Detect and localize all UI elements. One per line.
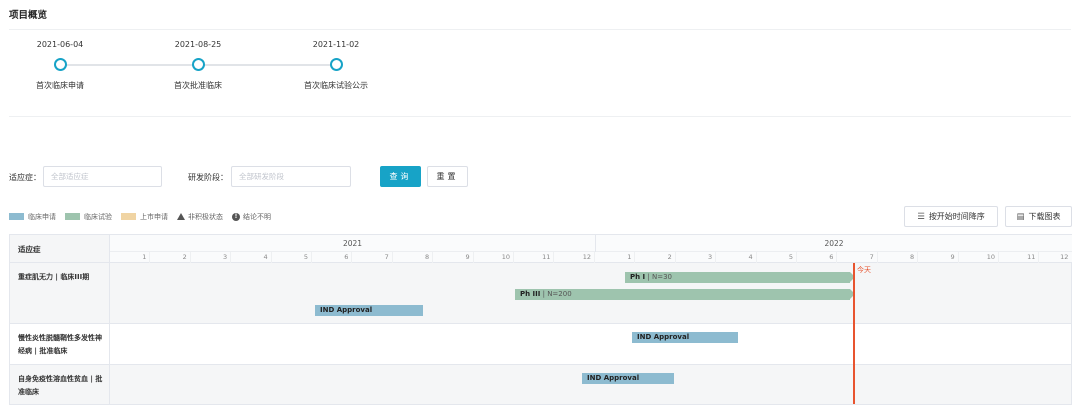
month-tick: 3 xyxy=(676,252,717,263)
month-tick: 2 xyxy=(635,252,676,263)
triangle-icon xyxy=(177,213,185,220)
month-tick: 7 xyxy=(837,252,878,263)
divider xyxy=(9,116,1071,117)
year-header: 2021 xyxy=(110,235,595,252)
milestone-item: 2021-11-02 首次临床试验公示 xyxy=(300,40,372,91)
milestone-item: 2021-06-04 首次临床申请 xyxy=(24,40,96,91)
section-title-overview: 项目概览 xyxy=(9,10,48,21)
indication-filter-label: 适应症： xyxy=(9,173,41,182)
gantt-row: 重症肌无力 | 临床III期 Ph I | N=30 Ph III | N=20… xyxy=(10,263,1071,324)
month-tick: 11 xyxy=(999,252,1040,263)
exclamation-circle-icon: ! xyxy=(232,212,240,221)
stage-filter-label: 研发阶段： xyxy=(188,173,228,182)
legend-item-trial: 临床试验 xyxy=(65,212,112,222)
gantt-row-label: 慢性炎性脱髓鞘性多发性神经病 | 批准临床 xyxy=(10,324,110,364)
application-bar[interactable]: IND Approval xyxy=(315,305,423,316)
month-tick: 1 xyxy=(110,252,151,263)
milestone-date: 2021-06-04 xyxy=(36,40,84,49)
month-tick: 4 xyxy=(716,252,757,263)
milestone-date: 2021-11-02 xyxy=(312,40,360,49)
trial-bar-ph3[interactable]: Ph III | N=200 xyxy=(515,289,855,300)
legend-swatch xyxy=(65,213,80,220)
sort-button-label: 按开始时间降序 xyxy=(928,212,985,221)
bar-detail: N=200 xyxy=(547,290,572,298)
legend-swatch xyxy=(9,213,24,220)
milestone-item: 2021-08-25 首次批准临床 xyxy=(162,40,234,91)
month-tick: 10 xyxy=(959,252,999,263)
month-tick: 6 xyxy=(312,252,353,263)
milestone-date: 2021-08-25 xyxy=(174,40,222,49)
month-tick: 9 xyxy=(918,252,959,263)
download-chart-icon: ▤ xyxy=(1016,211,1025,222)
legend-item-unknown: ! 结论不明 xyxy=(232,212,271,222)
stage-select[interactable]: 全部研发阶段 xyxy=(231,166,351,187)
legend: 临床申请 临床试验 上市申请 非积极状态 ! 结论不明 xyxy=(9,211,280,222)
download-chart-button[interactable]: ▤ 下载图表 xyxy=(1005,206,1072,227)
milestone-label: 首次临床试验公示 xyxy=(304,81,368,90)
milestone-label: 首次临床申请 xyxy=(36,81,84,90)
gantt-row-label: 重症肌无力 | 临床III期 xyxy=(10,263,110,323)
gantt-row: 自身免疫性溶血性贫血 | 批准临床 IND Approval xyxy=(10,365,1071,404)
bar-name: Ph III xyxy=(520,290,541,298)
gantt-row-label: 自身免疫性溶血性贫血 | 批准临床 xyxy=(10,365,110,404)
month-tick: 1 xyxy=(595,252,636,263)
month-header: 1 2 3 4 5 6 7 8 9 10 11 12 1 2 3 4 5 6 7… xyxy=(110,252,1072,263)
bar-name: Ph I xyxy=(630,273,646,281)
milestone-dot xyxy=(191,58,205,71)
legend-item-application: 临床申请 xyxy=(9,212,56,222)
legend-label: 上市申请 xyxy=(140,212,168,221)
month-tick: 12 xyxy=(554,252,595,263)
year-header: 2022 xyxy=(596,235,1072,252)
legend-swatch xyxy=(121,213,136,220)
month-tick: 9 xyxy=(433,252,474,263)
trial-bar-ph1[interactable]: Ph I | N=30 xyxy=(625,272,855,283)
milestone-dot xyxy=(329,58,343,71)
bar-name: IND Approval xyxy=(587,374,640,382)
legend-label: 非积极状态 xyxy=(188,212,223,221)
gantt-chart: 适应症 2021 2022 1 2 3 4 5 6 7 8 9 10 11 12… xyxy=(9,234,1072,405)
month-tick: 6 xyxy=(797,252,838,263)
month-tick: 11 xyxy=(514,252,555,263)
sort-button[interactable]: ☰ 按开始时间降序 xyxy=(904,206,998,227)
month-tick: 8 xyxy=(393,252,434,263)
milestone-dot xyxy=(53,58,67,71)
sort-list-icon: ☰ xyxy=(917,211,925,222)
legend-label: 临床试验 xyxy=(84,212,112,221)
gantt-row: 慢性炎性脱髓鞘性多发性神经病 | 批准临床 IND Approval xyxy=(10,324,1071,365)
divider xyxy=(9,29,1071,30)
bar-detail: N=30 xyxy=(651,273,672,281)
indication-select[interactable]: 全部适应症 xyxy=(43,166,162,187)
application-bar[interactable]: IND Approval xyxy=(582,373,674,384)
today-marker-line xyxy=(853,263,855,404)
month-tick: 2 xyxy=(150,252,191,263)
legend-item-inactive: 非积极状态 xyxy=(177,212,223,222)
legend-label: 临床申请 xyxy=(28,212,56,221)
month-tick: 5 xyxy=(272,252,312,263)
legend-item-marketing: 上市申请 xyxy=(121,212,168,222)
reset-button[interactable]: 重置 xyxy=(427,166,468,187)
month-tick: 8 xyxy=(878,252,919,263)
today-label: 今天 xyxy=(857,266,871,274)
legend-label: 结论不明 xyxy=(243,212,271,221)
month-tick: 3 xyxy=(191,252,232,263)
month-tick: 12 xyxy=(1060,253,1069,261)
bar-name: IND Approval xyxy=(320,306,373,314)
month-tick: 7 xyxy=(352,252,393,263)
month-tick: 10 xyxy=(474,252,514,263)
month-tick: 4 xyxy=(231,252,272,263)
bar-name: IND Approval xyxy=(637,333,690,341)
milestone-timeline: 2021-06-04 首次临床申请 2021-08-25 首次批准临床 2021… xyxy=(24,40,404,95)
download-chart-label: 下载图表 xyxy=(1028,212,1061,221)
indication-column-header: 适应症 xyxy=(10,235,110,263)
month-tick: 5 xyxy=(757,252,797,263)
milestone-label: 首次批准临床 xyxy=(174,81,222,90)
query-button[interactable]: 查询 xyxy=(380,166,421,187)
application-bar[interactable]: IND Approval xyxy=(632,332,738,343)
